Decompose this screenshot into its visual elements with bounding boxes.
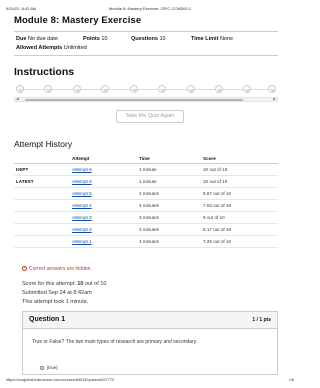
- attempt-score: 10 out of 10: [201, 175, 278, 188]
- attempt-score-summary: Score for this attempt: 10 out of 10: [22, 281, 106, 287]
- table-row: Attempt 2 3 minutes 8.17 out of 10: [14, 223, 278, 236]
- row-label: [14, 199, 70, 212]
- questions-value: 10: [159, 36, 166, 42]
- attempt-link[interactable]: Attempt 4: [72, 203, 92, 208]
- column-header-label: [14, 154, 70, 164]
- due-value: No due date: [27, 36, 58, 42]
- table-row: Attempt 5 2 minutes 9.67 out of 10: [14, 187, 278, 200]
- step-2-check-icon[interactable]: [44, 85, 52, 93]
- question-points: 1 / 1 pts: [252, 317, 271, 323]
- attempt-score: 10 out of 10: [201, 163, 278, 176]
- table-header-row: Attempt Time Score: [14, 154, 278, 164]
- step-5-check-icon[interactable]: [130, 85, 138, 93]
- allowed-attempts-label: Allowed Attempts: [16, 45, 63, 51]
- title-divider: [14, 31, 278, 32]
- question-card: Question 1 1 / 1 pts True or False? The …: [22, 311, 278, 375]
- table-row: Attempt 4 4 minutes 7.83 out of 10: [14, 199, 278, 212]
- answer-option[interactable]: [true]: [40, 365, 57, 370]
- meta-divider: [14, 55, 278, 56]
- row-label: [14, 235, 70, 248]
- instructions-heading: Instructions: [14, 66, 75, 78]
- allowed-attempts-value: Unlimited: [63, 45, 87, 51]
- attempt-score: 9.67 out of 10: [201, 187, 278, 200]
- print-page-number: 1/6: [288, 378, 294, 382]
- allowed-attempts-info: Allowed Attempts Unlimited: [16, 45, 87, 51]
- row-label: LATEST: [14, 175, 70, 188]
- question-header: Question 1 1 / 1 pts: [23, 312, 277, 329]
- attempt-time: 3 minutes: [137, 223, 201, 236]
- attempt-time: 4 minutes: [137, 235, 201, 248]
- due-info: Due No due date: [16, 36, 58, 42]
- questions-label: Questions: [131, 36, 158, 42]
- questions-info: Questions 10: [131, 36, 166, 42]
- question-title: Question 1: [29, 316, 66, 323]
- submitted-time: Submitted Sep 24 at 8:42am: [22, 290, 92, 296]
- time-limit-value: None: [219, 36, 234, 42]
- attempt-link[interactable]: Attempt 2: [72, 227, 92, 232]
- take-quiz-again-button[interactable]: Take the Quiz Again: [116, 110, 184, 123]
- step-8-check-icon[interactable]: [215, 85, 223, 93]
- attempt-time: 3 minutes: [137, 211, 201, 224]
- row-label: [14, 187, 70, 200]
- attempt-time: 4 minutes: [137, 199, 201, 212]
- step-3-check-icon[interactable]: [73, 85, 81, 93]
- attempt-history-table: Attempt Time Score KEPT Attempt 6 1 minu…: [14, 154, 278, 248]
- attempt-score: 7.83 out of 10: [201, 199, 278, 212]
- answer-option-label: [true]: [47, 365, 58, 370]
- step-7-check-icon[interactable]: [187, 85, 195, 93]
- attempt-time: 1 minute: [137, 163, 201, 176]
- print-page-title: Module 8: Mastery Exercise: 22FC-COM300-…: [108, 6, 192, 11]
- attempt-score: 8.17 out of 10: [201, 223, 278, 236]
- attempt-history-heading: Attempt History: [14, 139, 73, 149]
- column-header-attempt: Attempt: [70, 154, 137, 164]
- attempt-link[interactable]: Attempt 5: [72, 191, 92, 196]
- column-header-score: Score: [201, 154, 278, 164]
- attempt-time: 2 minutes: [137, 187, 201, 200]
- print-url: https://csuglobal.instructure.com/course…: [6, 378, 115, 382]
- question-text: True or False? The two main types of res…: [32, 339, 198, 345]
- step-6-check-icon[interactable]: [158, 85, 166, 93]
- attempt-time: 1 minute: [137, 175, 201, 188]
- radio-button-icon[interactable]: [40, 365, 44, 370]
- hidden-notice-text: Correct answers are hidden.: [29, 266, 92, 272]
- table-row: LATEST Attempt 6 1 minute 10 out of 10: [14, 175, 278, 188]
- table-row: KEPT Attempt 6 1 minute 10 out of 10: [14, 163, 278, 176]
- row-label: [14, 211, 70, 224]
- row-label: KEPT: [14, 163, 70, 176]
- attempt-link[interactable]: Attempt 6: [72, 179, 92, 184]
- scroll-right-arrow-icon[interactable]: ▶: [273, 97, 276, 101]
- step-9-check-icon[interactable]: [243, 85, 251, 93]
- page-title: Module 8: Mastery Exercise: [14, 15, 142, 26]
- score-prefix: Score for this attempt:: [22, 281, 76, 287]
- time-limit-info: Time Limit None: [191, 36, 233, 42]
- score-suffix: out of 10: [85, 281, 107, 287]
- scroll-left-arrow-icon[interactable]: ◀: [16, 97, 19, 101]
- due-label: Due: [16, 36, 27, 42]
- attempt-link[interactable]: Attempt 6: [72, 167, 92, 172]
- time-limit-label: Time Limit: [191, 36, 219, 42]
- horizontal-scrollbar[interactable]: ◀ ▶: [14, 97, 278, 102]
- step-4-check-icon[interactable]: [101, 85, 109, 93]
- attempt-link[interactable]: Attempt 3: [72, 215, 92, 220]
- scrollbar-thumb[interactable]: [25, 99, 243, 101]
- attempt-duration: This attempt took 1 minute.: [22, 299, 89, 305]
- attempt-score: 9 out of 10: [201, 211, 278, 224]
- score-value: 10: [77, 281, 84, 287]
- points-value: 10: [101, 36, 108, 42]
- table-row: Attempt 1 4 minutes 7.25 out of 10: [14, 235, 278, 248]
- correct-answers-hidden-notice: ! Correct answers are hidden.: [22, 266, 92, 272]
- points-info: Points 10: [83, 36, 107, 42]
- column-header-time: Time: [137, 154, 201, 164]
- attempt-link[interactable]: Attempt 1: [72, 239, 92, 244]
- row-label: [14, 223, 70, 236]
- attempt-score: 7.25 out of 10: [201, 235, 278, 248]
- step-10-check-icon[interactable]: [268, 85, 276, 93]
- table-row: Attempt 3 3 minutes 9 out of 10: [14, 211, 278, 224]
- points-label: Points: [83, 36, 100, 42]
- step-1-check-icon[interactable]: [16, 85, 24, 93]
- warning-icon: !: [22, 266, 27, 272]
